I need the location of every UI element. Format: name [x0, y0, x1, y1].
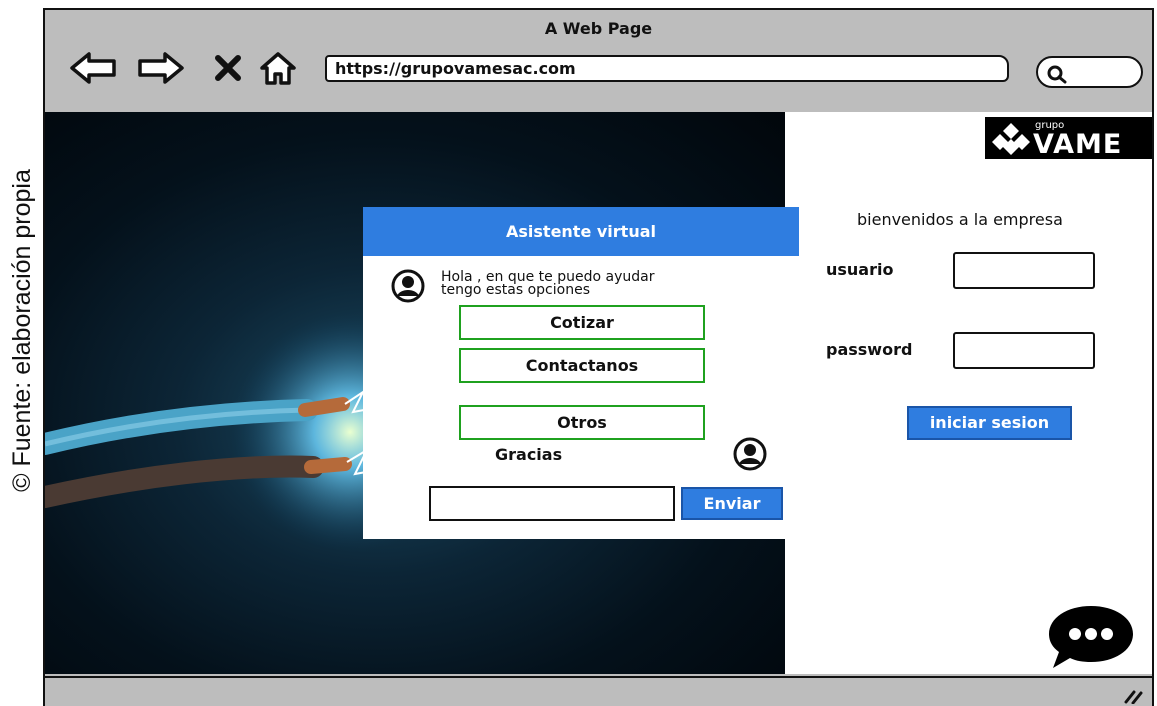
forward-arrow-icon[interactable] — [137, 50, 185, 86]
status-bar — [45, 676, 1152, 706]
user-avatar-icon — [733, 437, 767, 471]
page-viewport: grupo VAME bienvenidos a la empresa usua… — [45, 112, 1152, 674]
back-arrow-icon[interactable] — [69, 50, 117, 86]
window-title: A Web Page — [544, 19, 653, 38]
chat-title: Asistente virtual — [363, 207, 799, 256]
user-label: usuario — [826, 260, 894, 279]
option-otros-button[interactable]: Otros — [459, 405, 705, 440]
credit-text: © Fuente: elaboración propia — [7, 168, 36, 492]
search-field[interactable] — [1036, 56, 1143, 88]
bot-message-line2: tengo estas opciones — [441, 282, 590, 298]
home-icon[interactable] — [258, 50, 298, 86]
welcome-text: bienvenidos a la empresa — [857, 210, 1063, 229]
user-message: Gracias — [495, 445, 563, 464]
bot-avatar-icon — [391, 269, 425, 303]
search-icon — [1047, 65, 1067, 84]
url-bar[interactable]: https://grupovamesac.com — [325, 55, 1009, 82]
user-field[interactable] — [953, 252, 1095, 289]
vame-logo: grupo VAME — [985, 117, 1152, 160]
chat-bubble-icon[interactable] — [1045, 602, 1137, 672]
bot-message: Hola , en que te puedo ayudar tengo esta… — [441, 270, 654, 298]
option-cotizar-button[interactable]: Cotizar — [459, 305, 705, 340]
close-x-icon[interactable] — [213, 54, 243, 82]
diamond-logo-icon — [992, 123, 1030, 155]
image-credit: © Fuente: elaboración propia — [2, 120, 42, 540]
resize-grip-icon[interactable] — [1122, 688, 1144, 704]
logo-big-text: VAME — [1033, 129, 1123, 160]
password-label: password — [826, 340, 913, 359]
chat-message-input[interactable] — [429, 486, 675, 521]
browser-window: A Web Page https://grupovamesac.com grup… — [43, 8, 1154, 706]
chat-widget: Asistente virtual Hola , en que te puedo… — [363, 207, 799, 539]
login-button[interactable]: iniciar sesion — [907, 406, 1072, 440]
send-button[interactable]: Enviar — [681, 487, 783, 520]
option-contactanos-button[interactable]: Contactanos — [459, 348, 705, 383]
password-field[interactable] — [953, 332, 1095, 369]
